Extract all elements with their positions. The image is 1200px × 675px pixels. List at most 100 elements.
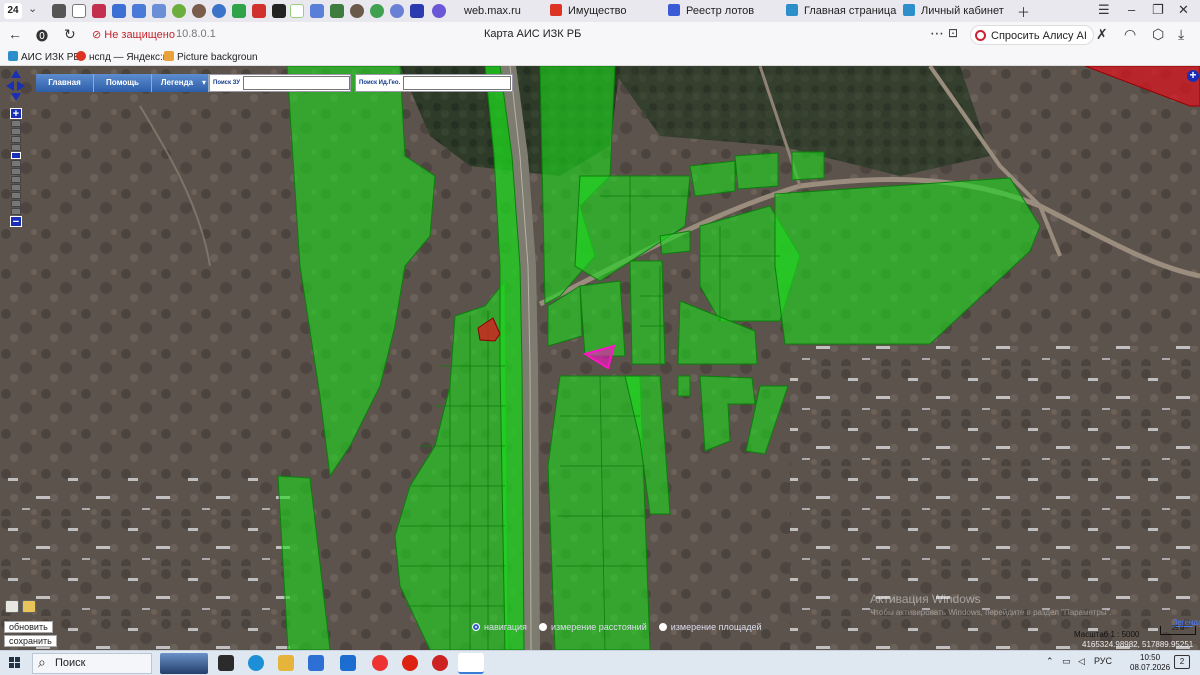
pinned-tab-icon[interactable] [370,4,384,18]
tray-expand-icon[interactable]: ⌃ [1046,656,1054,667]
pinned-tab-icon[interactable] [330,4,344,18]
pan-right-icon[interactable] [17,81,25,91]
zoom-level-current[interactable] [11,152,21,159]
satellite-map-layer[interactable] [0,66,1200,650]
tab-count-badge[interactable]: 24 [4,3,22,19]
menu-help-button[interactable]: Помощь [94,74,152,92]
volume-icon[interactable]: ◁ [1078,656,1085,667]
pan-up-icon[interactable] [11,70,21,78]
store-icon[interactable] [308,655,324,671]
pinned-tab-icon[interactable] [232,4,246,18]
clock[interactable]: 10:50 08.07.2026 [1130,653,1170,673]
tab-list-chevron-icon[interactable]: ⌄ [28,2,37,15]
pan-down-icon[interactable] [11,93,21,101]
pinned-tab-icon[interactable] [112,4,126,18]
zoom-level-step[interactable] [11,184,21,191]
zoom-control[interactable]: + − [10,108,22,228]
network-icon[interactable]: ▭ [1062,656,1071,667]
restore-icon[interactable]: ❐ [1152,2,1164,18]
tab-imushchestvo[interactable]: Имущество [550,3,627,20]
pinned-tab-icon[interactable] [410,4,424,18]
edge-icon[interactable] [248,655,264,671]
new-tab-icon[interactable]: ＋ [1017,2,1030,21]
more-icon[interactable]: ⋯ [930,25,944,42]
pinned-tab-icon[interactable] [212,4,226,18]
zoom-level-step[interactable] [11,120,21,127]
pinned-tab-icon[interactable] [132,4,146,18]
protect-icon[interactable]: ⓿ [36,27,48,44]
minimize-icon[interactable]: – [1128,2,1135,17]
search-geo-input[interactable] [403,76,512,90]
extensions-icon[interactable]: ✗ [1096,26,1108,43]
bookmark-ais-izk[interactable]: АИС ИЗК РБ [8,51,80,63]
zoom-level-step[interactable] [11,160,21,167]
tab-glavnaya[interactable]: Главная страница [786,3,896,20]
windows-start-icon[interactable] [9,657,21,669]
zoom-level-step[interactable] [11,136,21,143]
menu-home-button[interactable]: Главная [36,74,94,92]
tab-web-max[interactable]: web.max.ru [464,3,521,20]
pinned-tab-icon[interactable] [252,4,266,18]
save-button[interactable]: сохранить [4,635,57,647]
search-zu-input[interactable] [242,76,350,90]
zoom-level-step[interactable] [11,192,21,199]
search-highlight-thumbnail[interactable] [160,653,208,674]
pinned-tab-icon[interactable] [272,4,286,18]
zoom-level-step[interactable] [11,200,21,207]
bookmark-picture-background[interactable]: Picture backgroun [164,51,258,63]
bookmark-nspd[interactable]: нспд — Яндекс:н [76,51,168,63]
yandex-icon[interactable] [372,655,388,671]
collections-icon[interactable]: ⬡ [1152,26,1164,43]
pinned-tab-icon[interactable] [310,4,324,18]
insecure-warning[interactable]: ⊘ Не защищено [92,28,175,41]
map-canvas[interactable]: + − Главная Помощь Легенда Поиск ЗУ Поис… [0,66,1200,650]
pan-control[interactable] [6,70,26,104]
layers-plus-icon[interactable]: + [1187,69,1199,82]
pinned-tab-icon[interactable] [72,4,86,18]
tab-lichny-kabinet[interactable]: Личный кабинет [903,3,1004,20]
menu-icon[interactable]: ☰ [1098,2,1110,18]
zoom-in-icon[interactable]: + [10,108,22,120]
reload-icon[interactable]: ↻ [64,26,76,43]
zoom-level-step[interactable] [11,208,21,215]
pinned-tab-icon[interactable] [192,4,206,18]
zoom-level-step[interactable] [11,128,21,135]
pinned-tab-icon[interactable] [350,4,364,18]
input-language[interactable]: РУС [1094,656,1112,666]
pan-left-icon[interactable] [6,81,14,91]
pinned-tab-icon[interactable] [92,4,106,18]
back-icon[interactable]: ← [8,26,22,42]
pinned-tab-icon[interactable] [172,4,186,18]
pinned-tab-icon[interactable] [52,4,66,18]
menu-legend-dropdown[interactable]: Легенда [152,74,209,92]
bookmark-icon[interactable]: ⊡ [948,26,958,40]
mode-navigation-radio[interactable] [472,623,480,631]
yandex-browser-active-icon[interactable] [458,653,484,674]
pinned-tab-icon[interactable] [432,4,446,18]
ask-alice-button[interactable]: Спросить Алису AI [970,25,1094,45]
file-explorer-icon[interactable] [278,655,294,671]
zoom-level-step[interactable] [11,144,21,151]
taskbar-search[interactable]: Поиск [32,653,152,674]
incognito-icon[interactable]: ◠ [1124,26,1136,43]
mode-area-radio[interactable] [658,623,667,631]
download-icon[interactable]: ⤓ [1178,26,1184,43]
url-field[interactable]: 10.8.0.1 [176,28,216,40]
pinned-tab-icon[interactable] [152,4,166,18]
tab-reestr-lotov[interactable]: Реестр лотов [668,3,754,20]
active-pinned-tab-icon[interactable] [290,4,304,18]
mail-icon[interactable] [340,655,356,671]
layer-switch-icon[interactable] [5,600,19,613]
task-view-icon[interactable] [218,655,234,671]
refresh-button[interactable]: обновить [4,621,53,633]
zoom-level-step[interactable] [11,176,21,183]
app-icon[interactable] [432,655,448,671]
pan-hand-icon[interactable] [22,600,36,613]
zoom-level-step[interactable] [11,168,21,175]
mode-distance-radio[interactable] [538,623,547,631]
zoom-out-icon[interactable]: − [10,216,22,228]
close-icon[interactable]: ✕ [1178,2,1189,18]
opera-icon[interactable] [402,655,418,671]
pinned-tab-icon[interactable] [390,4,404,18]
notifications-icon[interactable]: 2 [1174,655,1190,669]
